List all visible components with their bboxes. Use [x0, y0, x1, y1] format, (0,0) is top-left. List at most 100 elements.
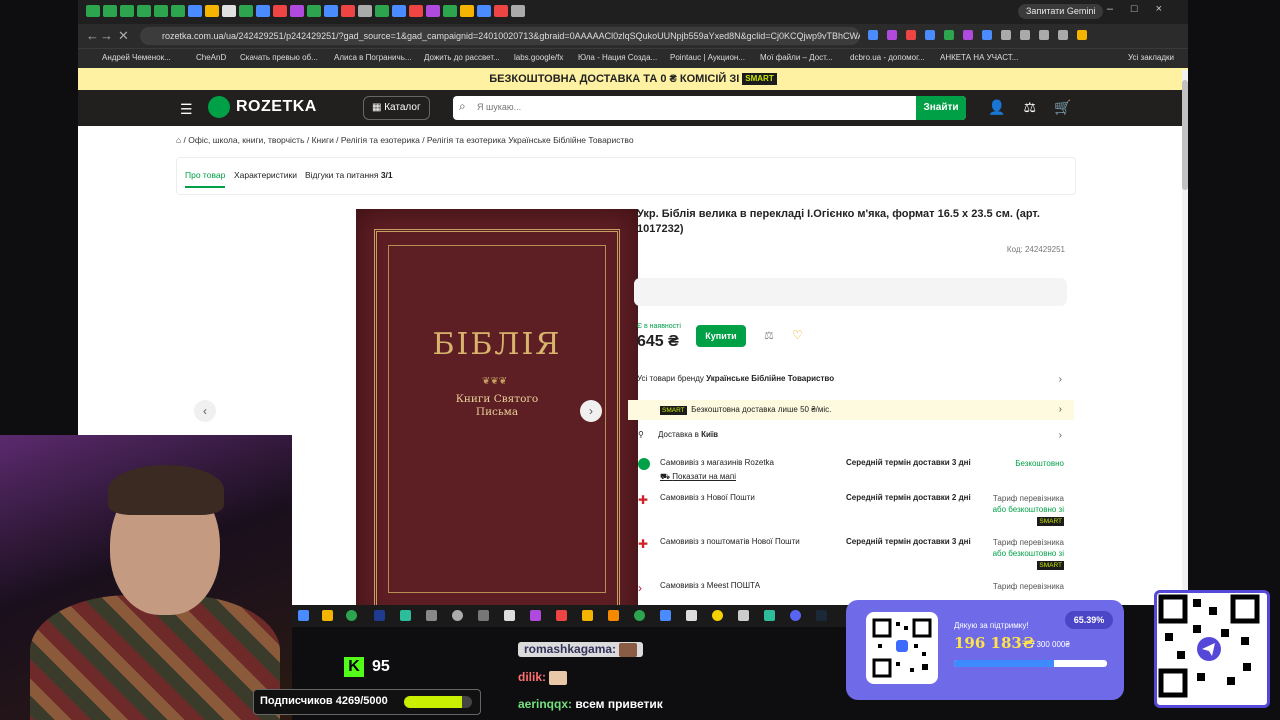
- start-icon[interactable]: [298, 610, 309, 621]
- product-price: 645 ₴: [637, 333, 679, 350]
- browser-tabs[interactable]: [86, 5, 525, 17]
- wishlist-icon[interactable]: ♡: [792, 328, 803, 342]
- smart-offer-text: SMART Безкоштовна доставка лише 50 ₴/міс…: [660, 405, 832, 415]
- gemini-button[interactable]: Запитати Gemini: [1018, 4, 1104, 19]
- all-bookmarks[interactable]: Усі закладки: [1128, 53, 1174, 62]
- delivery-option: Самовивіз з магазинів Rozetka ⛟ Показати…: [628, 458, 1074, 488]
- product-title: Укр. Біблія велика в перекладі І.Огієнко…: [637, 208, 1040, 235]
- search-button[interactable]: Знайти: [916, 96, 966, 120]
- chat-message: aerinqqx: всем приветик: [518, 697, 663, 711]
- app-icon[interactable]: [426, 610, 437, 621]
- delivery-term: Середній термін доставки 2 дні: [846, 493, 971, 502]
- rozetka-logo[interactable]: ROZETKA: [208, 96, 317, 118]
- tab-reviews[interactable]: Відгуки та питання 3/1: [305, 170, 393, 180]
- donation-progress: [954, 660, 1107, 667]
- bookmark-item[interactable]: Pointauc | Аукцион...: [670, 53, 745, 62]
- catalog-button[interactable]: ▦ Каталог: [363, 96, 430, 120]
- scrollbar-thumb[interactable]: [1182, 80, 1188, 190]
- rozetka-icon: [638, 458, 650, 470]
- search-input[interactable]: [475, 101, 909, 113]
- app-icon[interactable]: [582, 610, 593, 621]
- user-icon[interactable]: 👤: [988, 99, 1005, 116]
- app-icon[interactable]: [712, 610, 723, 621]
- buy-button[interactable]: Купити: [696, 325, 746, 347]
- photoshop-icon[interactable]: [374, 610, 385, 621]
- steam-icon[interactable]: [816, 610, 827, 621]
- delivery-price: Безкоштовно: [1015, 459, 1064, 468]
- breadcrumb-text[interactable]: / Офіс, школа, книги, творчість / Книги …: [184, 135, 634, 145]
- search-box: ⌕: [453, 96, 966, 120]
- stop-icon[interactable]: ✕: [118, 28, 129, 44]
- delivery-term: Середній термін доставки 3 дні: [846, 537, 971, 546]
- chrome-icon[interactable]: [346, 610, 357, 621]
- app-icon[interactable]: [634, 610, 645, 621]
- back-icon[interactable]: ←: [86, 28, 99, 43]
- cart-icon[interactable]: 🛒: [1054, 99, 1071, 116]
- app-icon[interactable]: [660, 610, 671, 621]
- viewer-count: 95: [372, 658, 390, 675]
- delivery-city[interactable]: ⚲ Доставка в Київ ›: [628, 430, 1074, 450]
- app-icon[interactable]: [452, 610, 463, 621]
- bookmark-item[interactable]: Андрей Чеменок...: [102, 53, 171, 62]
- app-icon[interactable]: [530, 610, 541, 621]
- search-icon: ⌕: [459, 99, 466, 113]
- tab-about[interactable]: Про товар: [185, 170, 226, 188]
- logo-icon: [208, 96, 230, 118]
- folder-icon[interactable]: [322, 610, 333, 621]
- compare-icon[interactable]: ⚖: [764, 329, 774, 342]
- delivery-price: Тариф перевізника: [992, 582, 1064, 591]
- product-code: Код: 242429251: [1006, 245, 1065, 254]
- smart-offer[interactable]: SMART Безкоштовна доставка лише 50 ₴/міс…: [628, 400, 1074, 420]
- brand-text: Усі товари бренду Українське Біблійне То…: [637, 374, 835, 383]
- bookmark-item[interactable]: CheAnD: [196, 53, 226, 62]
- bookmark-item[interactable]: labs.google/fx: [514, 53, 563, 62]
- subscriber-progress-fill: [404, 696, 463, 708]
- brand-link[interactable]: Усі товари бренду Українське Біблійне То…: [628, 374, 1074, 394]
- qr-code-icon: [872, 618, 932, 678]
- window-controls[interactable]: –□×: [1107, 3, 1180, 15]
- prev-image-button[interactable]: ‹: [194, 400, 216, 422]
- product-tabs: Про товар Характеристики Відгуки та пита…: [176, 157, 1076, 195]
- bookmark-item[interactable]: АНКЕТА НА УЧАСТ...: [940, 53, 1018, 62]
- app-icon[interactable]: [764, 610, 775, 621]
- menu-icon[interactable]: ☰: [180, 101, 193, 118]
- show-map-link[interactable]: ⛟ Показати на мапі: [660, 472, 736, 482]
- compare-icon[interactable]: ⚖: [1023, 99, 1036, 116]
- subscriber-label: Подписчиков 4269/5000: [260, 695, 388, 707]
- app-icon[interactable]: [504, 610, 515, 621]
- app-icon[interactable]: [738, 610, 749, 621]
- breadcrumb[interactable]: ⌂ / Офіс, школа, книги, творчість / Книг…: [176, 135, 634, 145]
- url-field[interactable]: rozetka.com.ua/ua/242429251/p242429251/?…: [140, 27, 860, 45]
- bookmark-item[interactable]: Юла - Нация Созда...: [578, 53, 657, 62]
- bookmark-item[interactable]: Алиса в Пограничь...: [334, 53, 412, 62]
- ornament-icon: ❦❦❦: [482, 376, 508, 387]
- discord-icon[interactable]: [790, 610, 801, 621]
- delivery-name: Самовивіз з магазинів Rozetka: [660, 458, 774, 467]
- bookmark-item[interactable]: Скачать превью об...: [240, 53, 318, 62]
- emote-icon: [549, 670, 568, 685]
- next-image-button[interactable]: ›: [580, 400, 602, 422]
- subscriber-goal: Подписчиков 4269/5000: [253, 689, 481, 715]
- bookmark-item[interactable]: dcbro.ua - допомог...: [850, 53, 925, 62]
- app-icon[interactable]: [556, 610, 567, 621]
- app-icon[interactable]: [478, 610, 489, 621]
- bookmark-item[interactable]: Дожить до рассвет...: [424, 53, 500, 62]
- chevron-right-icon: ›: [1058, 404, 1062, 415]
- site-header: ☰ ROZETKA ▦ Каталог ⌕ Знайти 👤 ⚖ 🛒: [78, 90, 1188, 126]
- forward-icon[interactable]: →: [100, 28, 113, 43]
- extension-icons[interactable]: [868, 30, 1087, 40]
- bookmark-item[interactable]: Мої файли – Дост...: [760, 53, 833, 62]
- bookmarks-bar: Андрей Чеменок... CheAnD Скачать превью …: [78, 48, 1188, 68]
- app-icon[interactable]: [686, 610, 697, 621]
- delivery-option: ✚ Самовивіз з поштоматів Нової Пошти Сер…: [628, 537, 1074, 577]
- app-icon[interactable]: [400, 610, 411, 621]
- home-icon[interactable]: ⌂: [176, 135, 181, 145]
- meest-icon: ›: [638, 581, 642, 595]
- stock-status: Є в наявності: [637, 323, 681, 330]
- app-icon[interactable]: [608, 610, 619, 621]
- page-scrollbar[interactable]: [1182, 70, 1188, 605]
- donation-amount: 196 183₴: [954, 634, 1035, 652]
- promo-banner[interactable]: БЕЗКОШТОВНА ДОСТАВКА ТА 0 ₴ КОМІСІЙ ЗІ SM…: [78, 68, 1188, 90]
- tab-specs[interactable]: Характеристики: [234, 170, 297, 180]
- donation-percent: 65.39%: [1065, 611, 1113, 629]
